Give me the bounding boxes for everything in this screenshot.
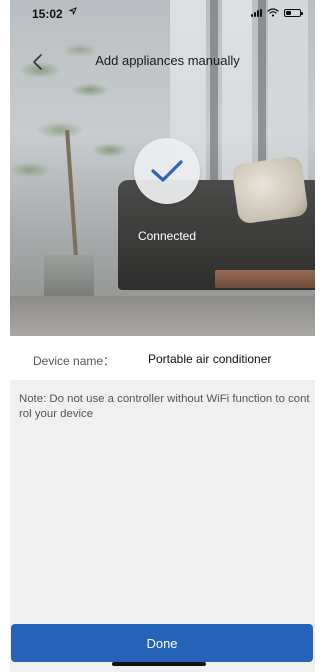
device-name-label: Device name：: [33, 354, 116, 368]
location-arrow-icon: [69, 7, 77, 18]
page-title: Add appliances manually: [95, 53, 240, 68]
screen: 15:02 Add appliances manually Connected …: [0, 0, 315, 672]
status-time: 15:02: [32, 7, 63, 21]
battery-icon: [284, 8, 303, 17]
wifi-icon: [267, 8, 279, 17]
checkmark-icon: [151, 160, 183, 182]
connection-status-label: Connected: [137, 229, 197, 243]
status-icons: [251, 8, 303, 17]
connected-status-badge: [134, 138, 200, 204]
note-text: Note: Do not use a controller without Wi…: [19, 393, 310, 420]
battery-level: [286, 10, 292, 15]
chevron-left-icon: [33, 54, 42, 70]
done-button[interactable]: Done: [11, 624, 313, 662]
back-button[interactable]: [28, 52, 48, 72]
device-name-row: Device name： Portable air conditioner: [0, 336, 315, 380]
home-indicator[interactable]: [112, 662, 206, 666]
status-bar: 15:02: [0, 0, 315, 26]
device-name-value[interactable]: Portable air conditioner: [148, 352, 271, 366]
cellular-signal-icon: [251, 8, 262, 17]
